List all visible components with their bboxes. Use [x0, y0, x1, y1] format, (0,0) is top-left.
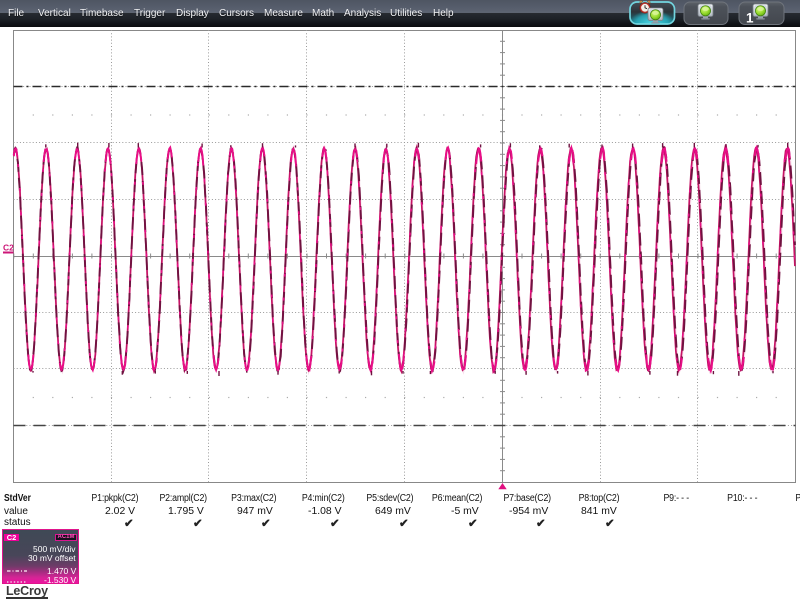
- svg-text:C2: C2: [3, 243, 14, 253]
